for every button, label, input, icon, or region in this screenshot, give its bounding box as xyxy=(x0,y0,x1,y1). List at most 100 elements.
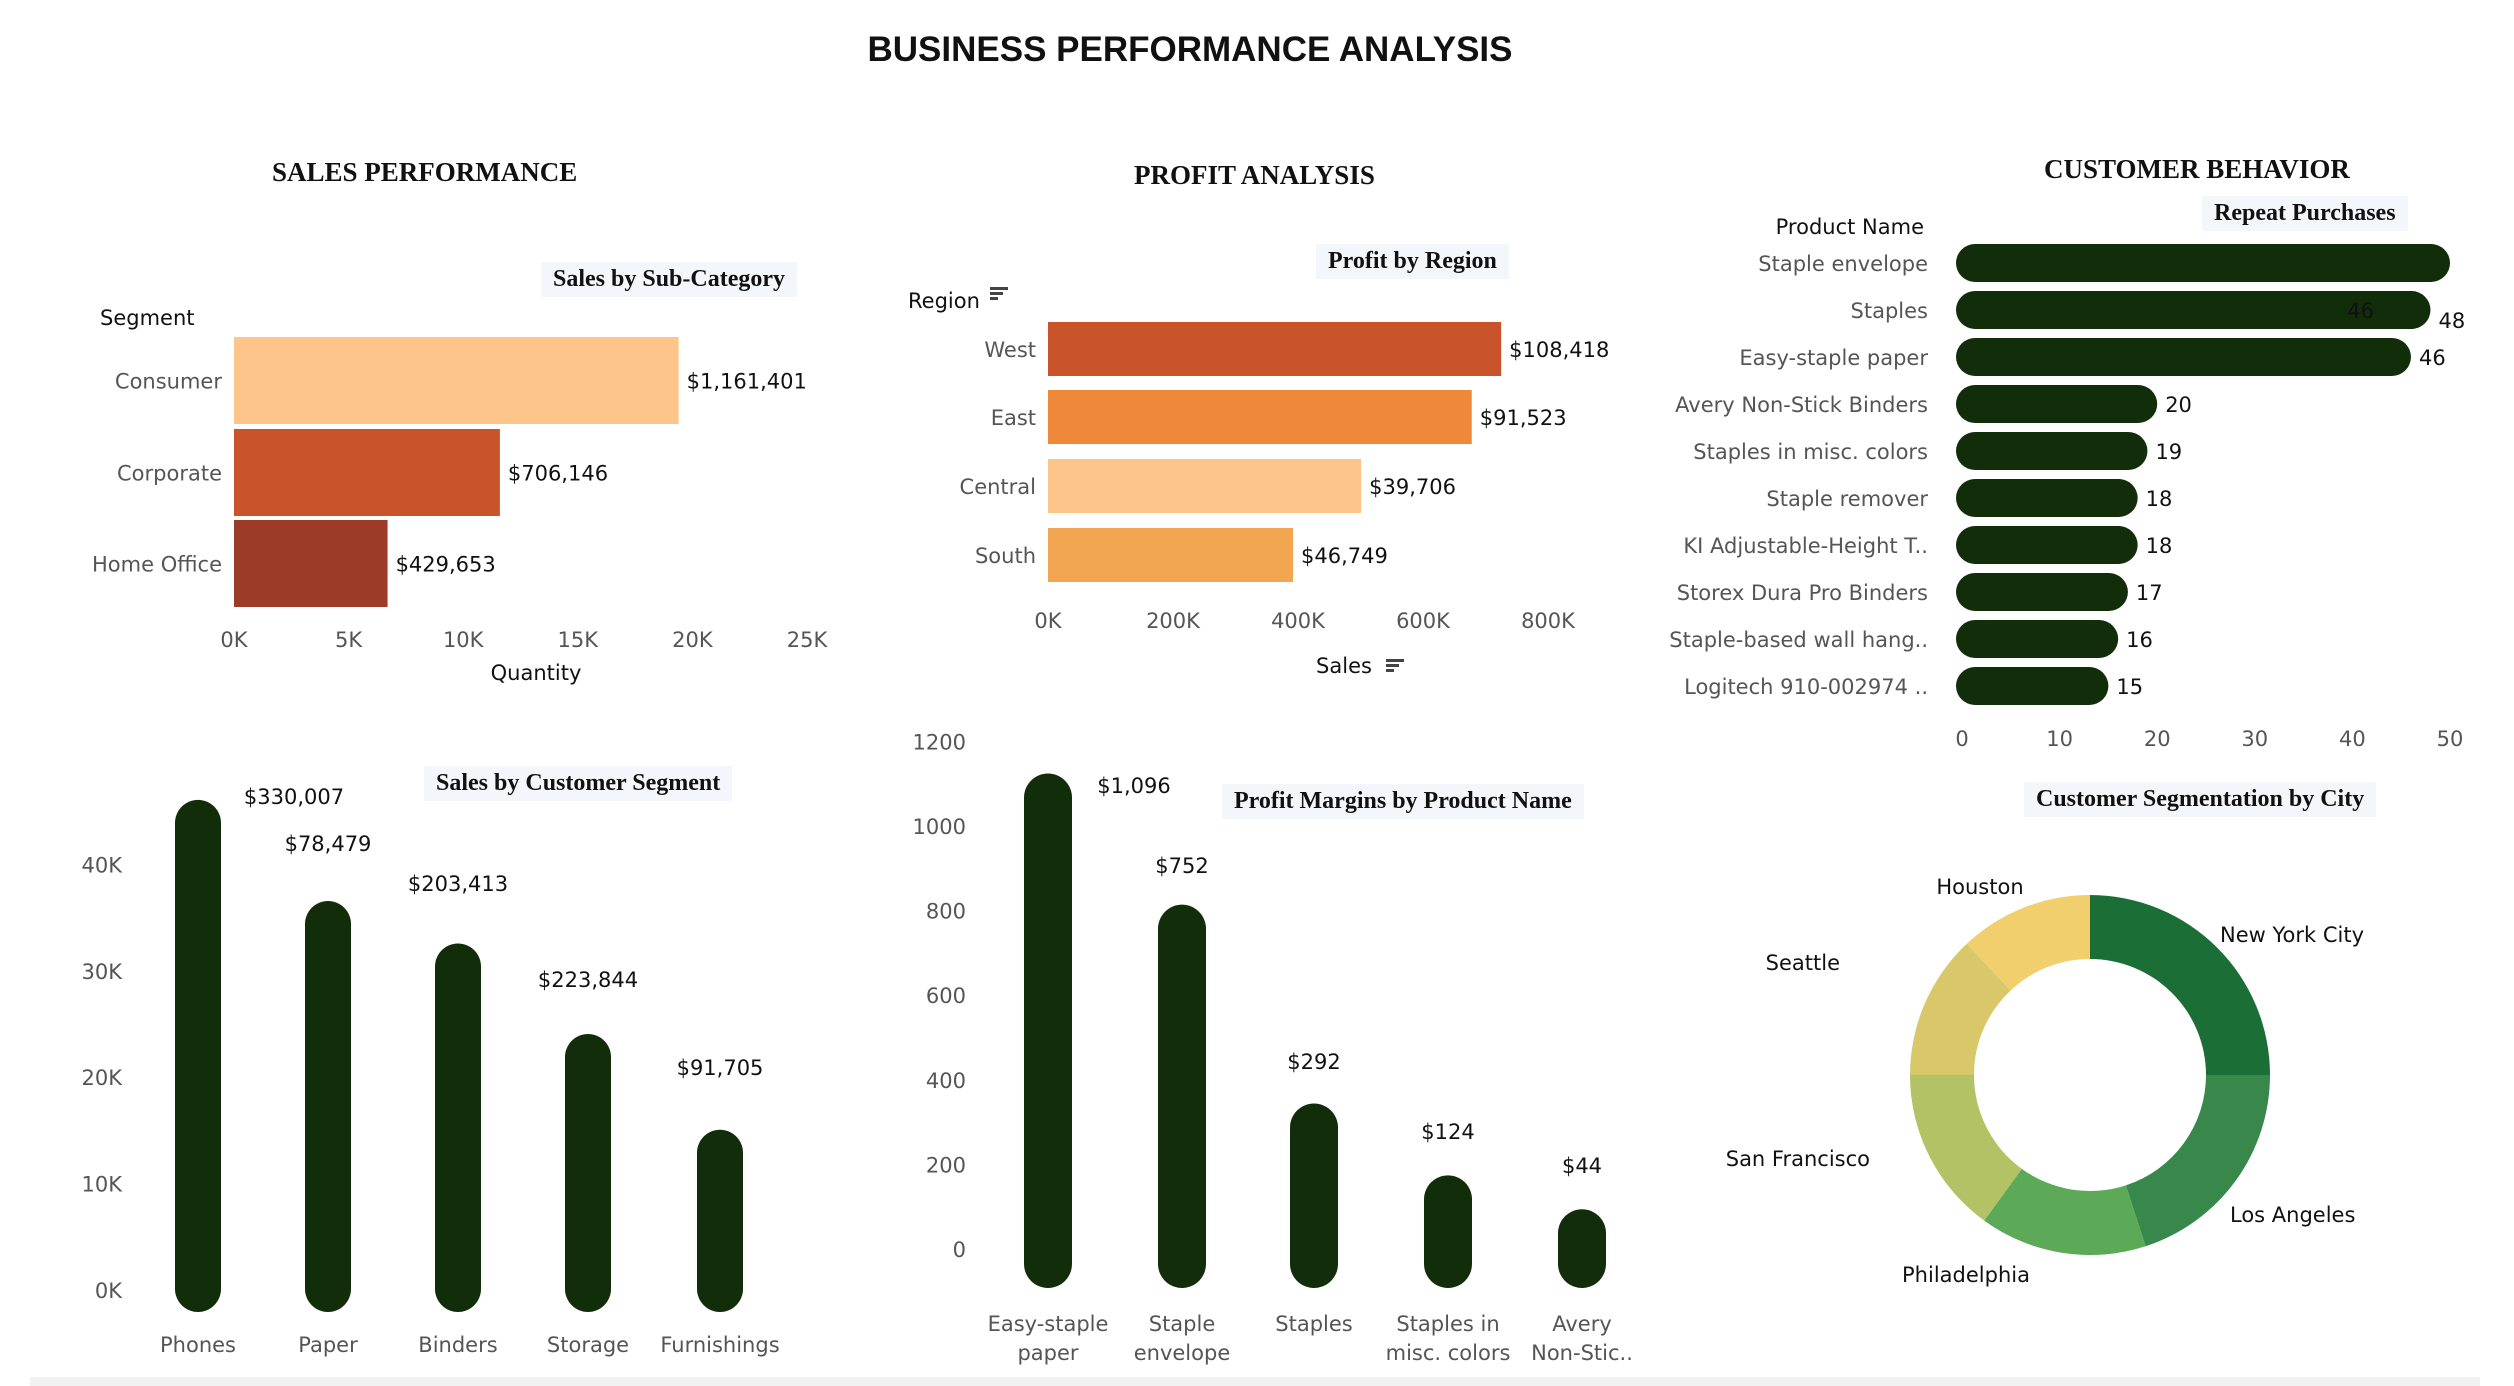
category-label: KI Adjustable-Height T.. xyxy=(1683,534,1928,558)
slice-label: San Francisco xyxy=(1726,1147,1870,1171)
category-label: Phones xyxy=(160,1333,236,1357)
section-title-sales: SALES PERFORMANCE xyxy=(272,157,578,187)
x-axis-title: Sales xyxy=(1316,654,1372,678)
x-tick-label: 20K xyxy=(672,628,714,652)
category-label: Staple-based wall hang.. xyxy=(1669,628,1928,652)
y-axis-title: Segment xyxy=(100,306,195,330)
y-tick-label: 1200 xyxy=(913,730,966,754)
data-label: $706,146 xyxy=(508,462,608,486)
bar-product xyxy=(1956,620,2119,658)
x-tick-label: 800K xyxy=(1521,609,1576,633)
bar-phones xyxy=(175,799,221,1312)
category-label: Staples xyxy=(1275,1312,1352,1336)
bar-product xyxy=(1956,244,2450,282)
x-tick-label: 200K xyxy=(1146,609,1201,633)
category-label: Staples in xyxy=(1396,1312,1499,1336)
category-label: Central xyxy=(960,475,1036,499)
data-label: $752 xyxy=(1155,854,1208,878)
category-label: misc. colors xyxy=(1386,1341,1511,1365)
y-tick-label: 0K xyxy=(95,1279,123,1303)
bar-storage xyxy=(565,1034,611,1312)
bar-consumer xyxy=(234,337,679,424)
category-label: Paper xyxy=(298,1333,358,1357)
data-label: 19 xyxy=(2155,440,2182,464)
category-label: Easy-staple xyxy=(988,1312,1109,1336)
category-label: Easy-staple paper xyxy=(1739,346,1928,370)
y-tick-label: 600 xyxy=(926,984,966,1008)
bar-binders xyxy=(435,943,481,1312)
dashboard-title: BUSINESS PERFORMANCE ANALYSIS xyxy=(867,30,1513,69)
category-label: Consumer xyxy=(115,370,222,394)
slice-label: Los Angeles xyxy=(2230,1203,2355,1227)
category-label: Avery xyxy=(1552,1312,1612,1336)
sort-icon xyxy=(1386,659,1404,672)
data-label: $78,479 xyxy=(285,832,372,856)
data-label: $124 xyxy=(1421,1120,1474,1144)
x-tick-label: 15K xyxy=(558,628,600,652)
y-tick-label: 400 xyxy=(926,1069,966,1093)
data-label: $292 xyxy=(1287,1050,1340,1074)
bar-home-office xyxy=(234,520,388,607)
data-label: $39,706 xyxy=(1369,475,1456,499)
x-tick-label: 600K xyxy=(1396,609,1451,633)
category-label: paper xyxy=(1017,1341,1078,1365)
x-tick-label: 50 xyxy=(2437,727,2464,751)
slice-new-york-city xyxy=(2090,895,2270,1075)
y-tick-label: 200 xyxy=(926,1153,966,1177)
data-label: 46 xyxy=(2419,346,2446,370)
x-tick-label: 25K xyxy=(787,628,829,652)
category-label: envelope xyxy=(1134,1341,1231,1365)
y-tick-label: 10K xyxy=(82,1173,124,1197)
y-axis-title: Product Name xyxy=(1776,215,1924,239)
category-label: Logitech 910-002974 .. xyxy=(1684,675,1928,699)
slice-label: Seattle xyxy=(1766,951,1840,975)
profit-by-region-chart: Region West $108,418 East $91,523 Central $39,… xyxy=(908,287,1609,678)
y-tick-label: 0 xyxy=(953,1238,966,1262)
category-label: West xyxy=(984,338,1036,362)
data-label: 16 xyxy=(2126,628,2153,652)
x-tick-label: 0K xyxy=(220,628,248,652)
category-label: Staples xyxy=(1851,299,1928,323)
bar-product xyxy=(1956,667,2109,705)
category-label: Furnishings xyxy=(660,1333,779,1357)
bar-product xyxy=(1158,904,1206,1288)
bar-product xyxy=(1956,526,2138,564)
x-tick-label: 10K xyxy=(443,628,485,652)
data-label: $330,007 xyxy=(244,785,344,809)
chart-title-customer-segmentation: Customer Segmentation by City xyxy=(2024,782,2377,817)
sales-by-customer-segment-chart: 0K 10K 20K 30K 40K Phones Paper Binders Storage F… xyxy=(82,785,780,1357)
y-tick-label: 20K xyxy=(82,1066,124,1090)
category-label: Storage xyxy=(547,1333,629,1357)
bar-product xyxy=(1956,338,2411,376)
category-label: South xyxy=(975,544,1036,568)
x-tick-label: 0 xyxy=(1955,727,1968,751)
category-label: Home Office xyxy=(92,553,222,577)
category-label: Staple remover xyxy=(1766,487,1928,511)
x-tick-label: 30 xyxy=(2241,727,2268,751)
x-tick-label: 20 xyxy=(2144,727,2171,751)
bar-furnishings xyxy=(697,1129,743,1312)
category-label: East xyxy=(991,406,1036,430)
bar-west xyxy=(1048,322,1502,376)
bar-product xyxy=(1956,432,2148,470)
sales-by-subcategory-chart: Segment Consumer $1,161,401 Corporate $706,1… xyxy=(92,306,829,685)
y-tick-label: 40K xyxy=(82,853,124,877)
bar-product xyxy=(1956,479,2138,517)
data-label: $1,161,401 xyxy=(687,370,807,394)
data-label: $429,653 xyxy=(396,553,496,577)
x-tick-label: 400K xyxy=(1271,609,1326,633)
repeat-purchases-chart: Product Name Staple envelope Staples 48 Easy… xyxy=(1669,215,2465,751)
bar-product xyxy=(1558,1209,1606,1288)
category-label: Non-Stic.. xyxy=(1531,1341,1633,1365)
category-label: Binders xyxy=(418,1333,497,1357)
category-label: Staple envelope xyxy=(1758,252,1928,276)
data-label: $91,705 xyxy=(677,1056,764,1080)
customer-segmentation-donut: New York City Los Angeles Philadelphia San … xyxy=(1726,875,2364,1287)
category-label: Corporate xyxy=(117,462,222,486)
data-label: 48 xyxy=(2438,309,2465,333)
profit-margins-chart: 0 200 400 600 800 1000 1200 Easy-staple paper Sta… xyxy=(913,730,1633,1365)
y-tick-label: 800 xyxy=(926,900,966,924)
data-label: $91,523 xyxy=(1480,406,1567,430)
data-label: 15 xyxy=(2116,675,2143,699)
bar-corporate xyxy=(234,429,500,516)
